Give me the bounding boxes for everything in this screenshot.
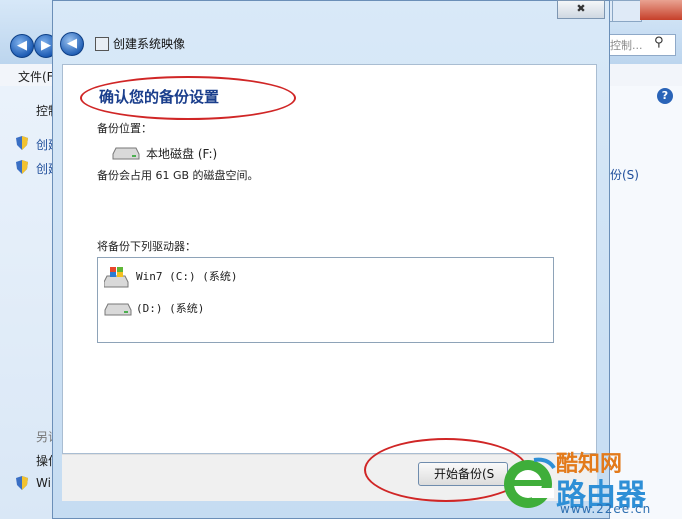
menu-file[interactable]: 文件(F [18, 68, 54, 85]
shield-icon [16, 476, 28, 490]
system-image-icon [95, 37, 109, 51]
list-item[interactable]: Win7 (C:) (系统) [136, 268, 237, 284]
list-item[interactable]: (D:) (系统) [136, 300, 204, 316]
shield-icon [16, 136, 28, 150]
windows-drive-icon [104, 267, 129, 288]
help-icon[interactable]: ? [657, 88, 673, 104]
search-icon[interactable]: ⚲ [654, 35, 664, 50]
backup-space-text: 备份会占用 61 GB 的磁盘空间。 [97, 169, 259, 182]
red-annotation-ellipse-heading [80, 76, 296, 120]
close-button[interactable]: ✖ [557, 0, 605, 19]
backup-location-label: 备份位置： [97, 122, 152, 135]
hard-drive-icon [104, 303, 132, 316]
dialog-title: 创建系统映像 [113, 37, 186, 51]
watermark-logo [504, 457, 556, 508]
bg-back-button[interactable]: ◀ [10, 34, 34, 58]
sidebar-windows-link[interactable]: Wi [36, 476, 51, 490]
backup-location-drive: 本地磁盘 (F:) [146, 147, 218, 161]
back-button[interactable]: ◀ [60, 32, 84, 56]
shield-icon [16, 160, 28, 174]
bg-close-button[interactable] [640, 0, 682, 20]
drives-label: 将备份下列驱动器： [97, 240, 196, 253]
bg-maximize-button[interactable] [612, 0, 642, 22]
hard-drive-icon [112, 147, 140, 160]
watermark-url: www.22ee.cn [560, 502, 652, 516]
